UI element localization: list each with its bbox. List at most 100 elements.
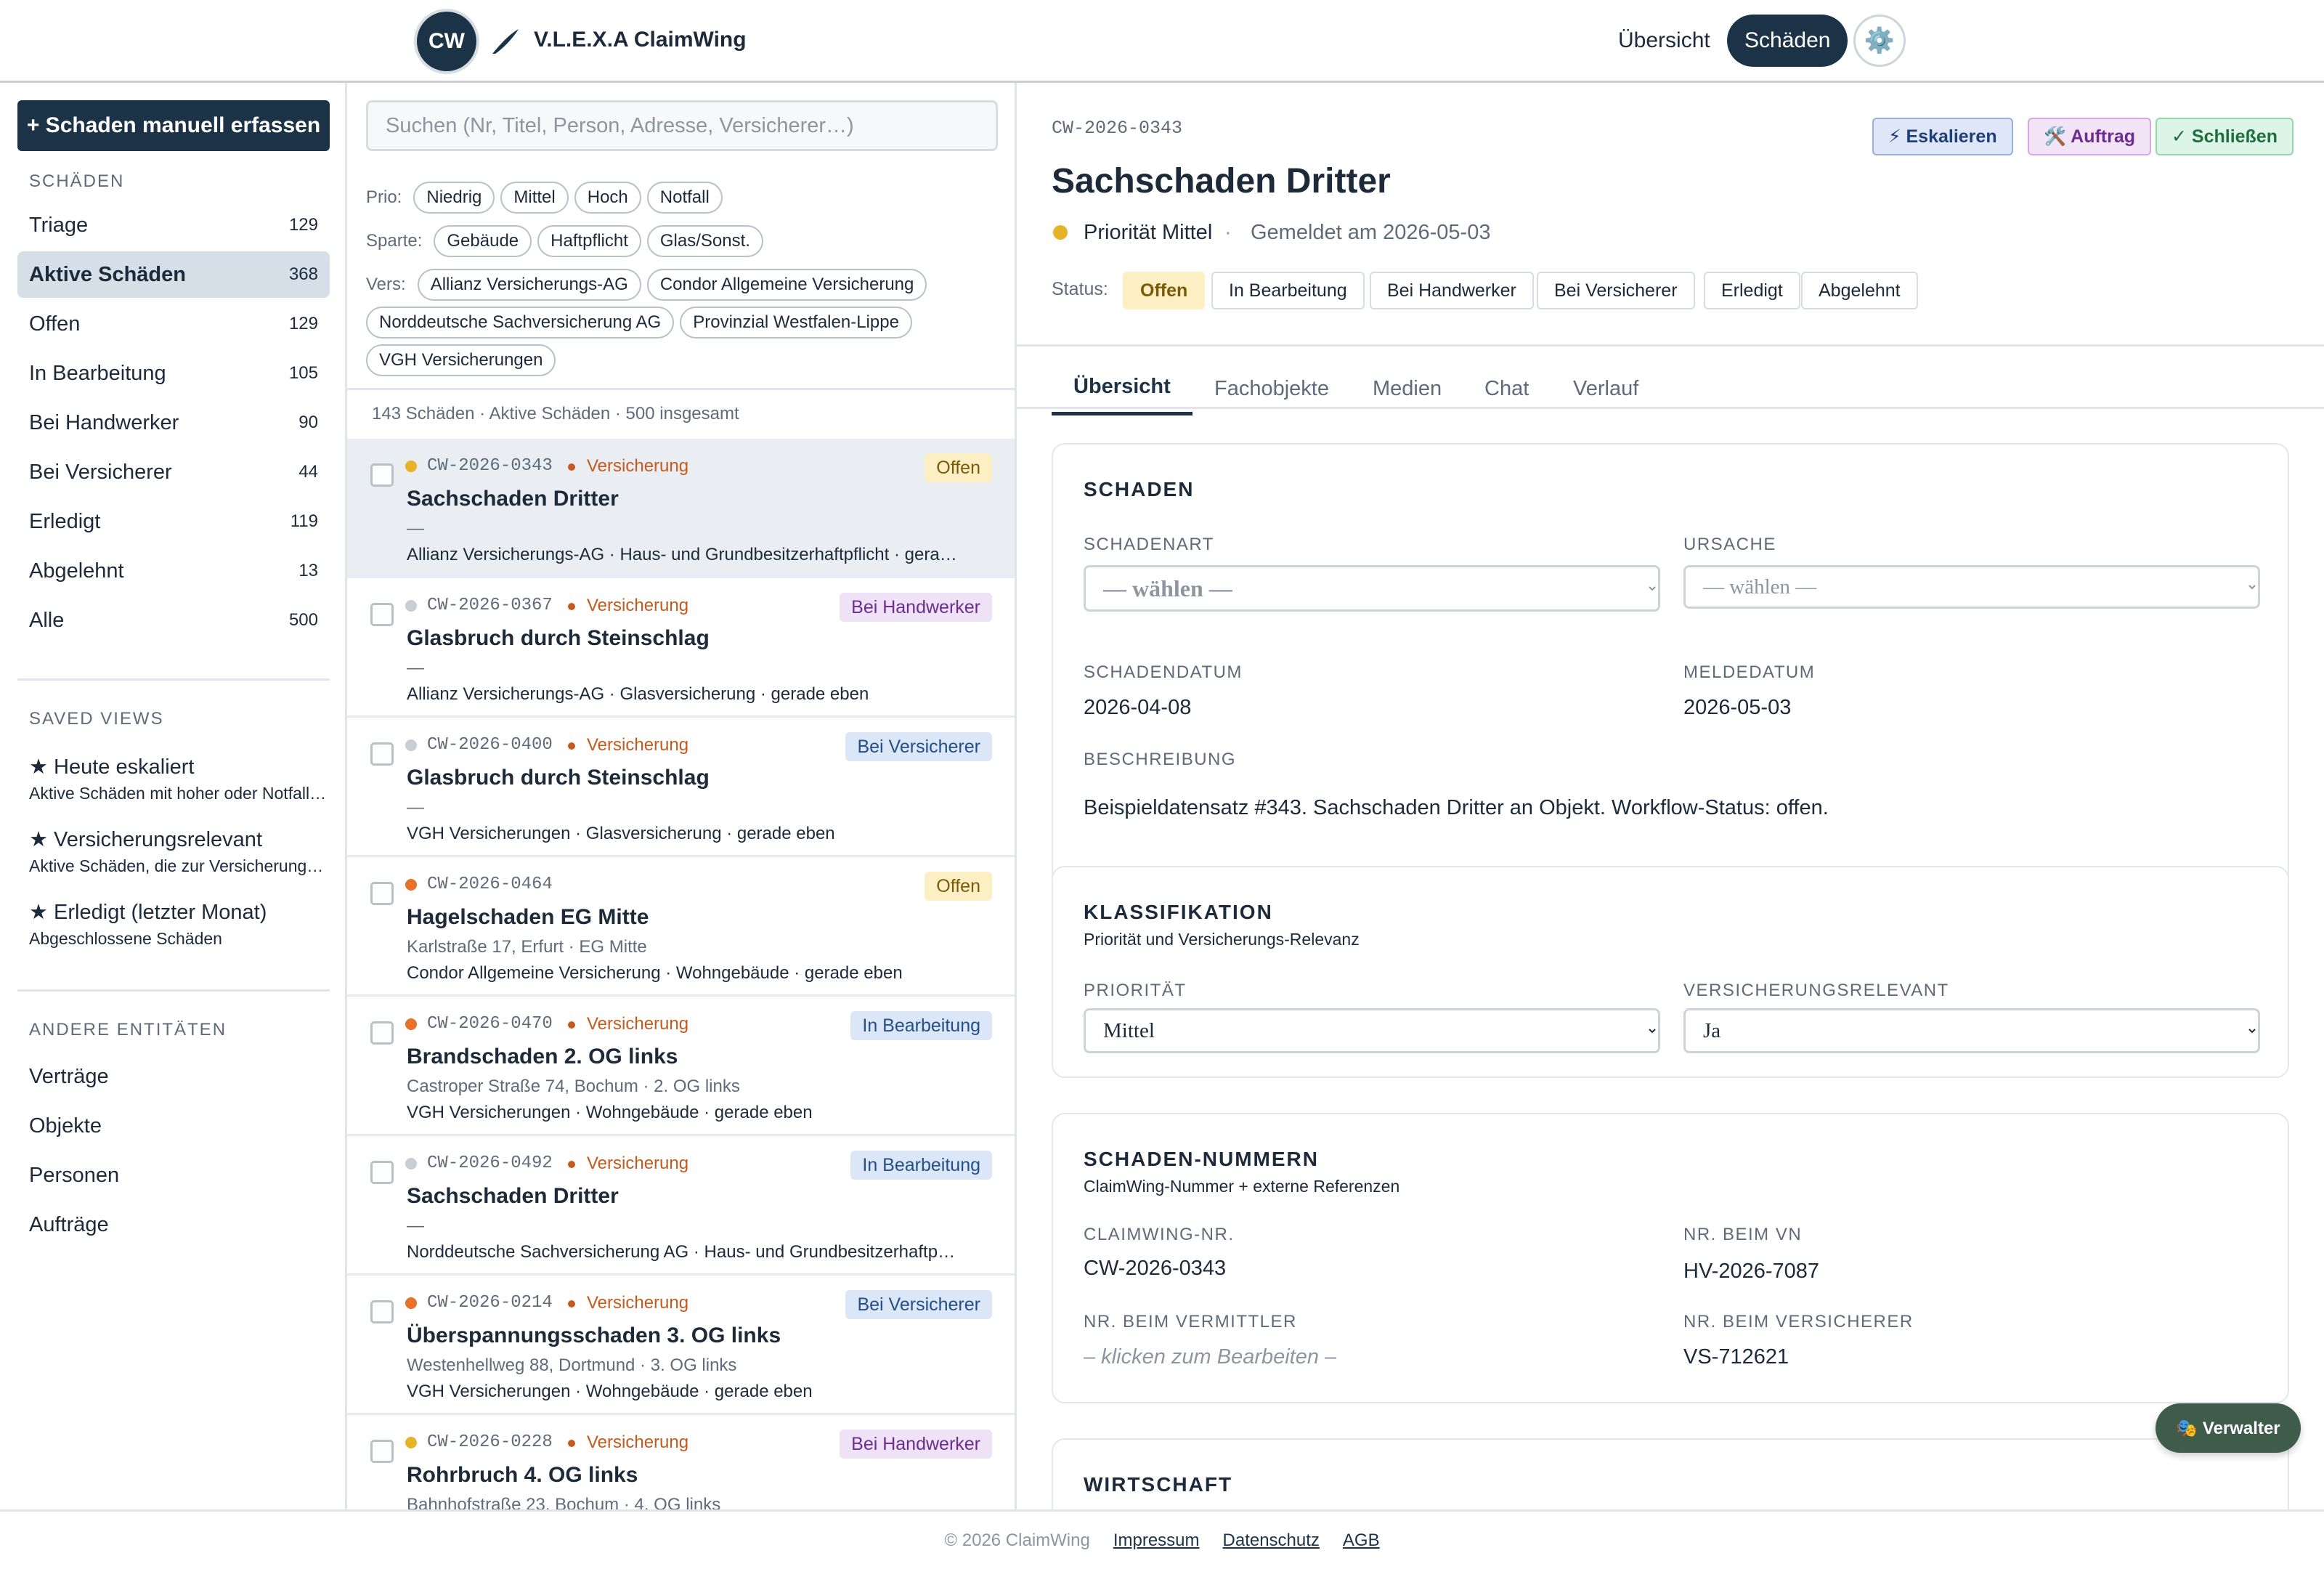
insurance-tag: Versicherung [587,596,689,615]
insurance-tag: Versicherung [587,1154,689,1173]
sidebar-item-alle[interactable]: Alle 500 [17,597,330,644]
claim-list-id: CW-2026-0464 [427,875,553,894]
claim-list-item[interactable]: CW-2026-0228 Versicherung Bei Handwerker Ro… [347,1415,1015,1509]
claim-list-id: CW-2026-0400 [427,735,553,755]
ursache-select[interactable]: — wählen — [1683,565,2260,609]
schadendatum-value[interactable]: 2026-04-08 [1084,696,1191,720]
order-button[interactable]: 🛠️ Auftrag [2028,118,2152,155]
saved-view-item[interactable]: ★ Versicherungsrelevant Aktive Schäden, d… [29,827,327,876]
prioritaet-select[interactable]: Mittel [1084,1008,1660,1053]
meldedatum-value[interactable]: 2026-05-03 [1683,696,1791,720]
card-nummern-title: Schaden-Nummern [1084,1148,1319,1170]
footer-link-agb[interactable]: AGB [1343,1531,1380,1551]
settings-button[interactable]: ⚙️ [1853,15,1906,67]
status-option-offen[interactable]: Offen [1123,272,1206,309]
versicherer-nr-value[interactable]: VS-712621 [1683,1345,1789,1369]
claim-checkbox[interactable] [370,1021,394,1045]
filter-chip-prio[interactable]: Mittel [500,182,569,214]
sidebar-item-bei-versicherer[interactable]: Bei Versicherer 44 [17,449,330,495]
claim-list-meta: Norddeutsche Sachversicherung AG · Haus-… [407,1242,959,1262]
claim-list-item[interactable]: CW-2026-0343 Versicherung Offen Sachschaden… [347,439,1015,578]
filter-chip-vers[interactable]: VGH Versicherungen [366,344,556,376]
sidebar-item-offen[interactable]: Offen 129 [17,301,330,347]
sidebar-item-label: In Bearbeitung [29,361,166,385]
filter-chip-sparte[interactable]: Haftpflicht [537,225,641,257]
escalate-button[interactable]: ⚡ Eskalieren [1872,118,2013,155]
entity-link-verträge[interactable]: Verträge [29,1065,109,1089]
claim-list-address: Bahnhofstraße 23, Bochum · 4. OG links [407,1495,721,1509]
claim-list-address: Westenhellweg 88, Dortmund · 3. OG links [407,1355,737,1375]
footer-link-datenschutz[interactable]: Datenschutz [1223,1531,1320,1551]
filter-chip-vers[interactable]: Provinzial Westfalen-Lippe [680,307,912,338]
versicherungsrelevant-select[interactable]: Ja [1683,1008,2260,1053]
claim-list-item[interactable]: CW-2026-0492 Versicherung In Bearbeitung Sa… [347,1136,1015,1276]
filter-chip-sparte[interactable]: Gebäude [434,225,532,257]
status-option-in-bearbeitung[interactable]: In Bearbeitung [1211,272,1365,309]
close-claim-button[interactable]: ✓ Schließen [2156,118,2293,155]
search-input[interactable] [366,100,998,151]
new-claim-button[interactable]: + Schaden manuell erfassen [17,100,330,151]
saved-view-title: ★ Erledigt (letzter Monat) [29,901,267,924]
entity-link-aufträge[interactable]: Aufträge [29,1213,109,1237]
filter-chip-vers[interactable]: Norddeutsche Sachversicherung AG [366,307,675,338]
filter-chip-vers[interactable]: Condor Allgemeine Versicherung [646,269,927,301]
tab-chat[interactable]: Chat [1463,362,1551,415]
schadenart-select[interactable]: — wählen — [1084,565,1660,612]
card-wirtschaft: Wirtschaft [1052,1438,2289,1509]
footer-link-impressum[interactable]: Impressum [1113,1531,1200,1551]
claim-list-item[interactable]: CW-2026-0367 Versicherung Bei Handwerker Gl… [347,578,1015,718]
filter-chip-prio[interactable]: Notfall [646,182,723,214]
claim-list-item[interactable]: CW-2026-0214 Versicherung Bei Versicherer Ü… [347,1276,1015,1415]
filter-chip-prio[interactable]: Niedrig [413,182,495,214]
sidebar-item-in-bearbeitung[interactable]: In Bearbeitung 105 [17,350,330,397]
claim-checkbox[interactable] [370,1300,394,1323]
claim-checkbox[interactable] [370,603,394,626]
status-option-erledigt[interactable]: Erledigt [1704,272,1800,309]
filter-chip-vers[interactable]: Allianz Versicherungs-AG [417,269,641,301]
card-klassifikation: Klassifikation Priorität und Versicherun… [1052,866,2289,1078]
sidebar-item-abgelehnt[interactable]: Abgelehnt 13 [17,548,330,594]
saved-view-item[interactable]: ★ Heute eskaliert Aktive Schäden mit hohe… [29,754,327,803]
status-option-bei-handwerker[interactable]: Bei Handwerker [1370,272,1534,309]
feather-icon [492,29,519,54]
entity-link-personen[interactable]: Personen [29,1164,119,1188]
vermittler-nr-value[interactable]: – klicken zum Bearbeiten – [1084,1345,1336,1369]
sidebar-item-triage[interactable]: Triage 129 [17,202,330,248]
entity-link-objekte[interactable]: Objekte [29,1114,102,1138]
tab-übersicht[interactable]: Übersicht [1052,362,1193,415]
claim-list-item[interactable]: CW-2026-0470 Versicherung In Bearbeitung Br… [347,997,1015,1136]
tab-medien[interactable]: Medien [1351,362,1463,415]
claim-checkbox[interactable] [370,1161,394,1184]
claim-list-meta: Allianz Versicherungs-AG · Glasversicher… [407,684,869,704]
claim-list-title: Überspannungsschaden 3. OG links [407,1323,781,1347]
beschreibung-value[interactable]: Beispieldatensatz #343. Sachschaden Drit… [1084,796,1829,820]
claim-list-meta: VGH Versicherungen · Wohngebäude · gerad… [407,1382,813,1401]
claim-checkbox[interactable] [370,463,394,487]
filter-chip-sparte[interactable]: Glas/Sonst. [646,225,763,257]
claim-list-item[interactable]: CW-2026-0400 Versicherung Bei Versicherer G… [347,718,1015,857]
sidebar-item-count: 368 [288,264,318,284]
sidebar-item-aktive-schäden[interactable]: Aktive Schäden 368 [17,251,330,298]
claim-list-meta: Condor Allgemeine Versicherung · Wohngeb… [407,963,903,983]
nav-overview[interactable]: Übersicht [1601,15,1728,67]
tab-verlauf[interactable]: Verlauf [1551,362,1660,415]
sidebar-item-bei-handwerker[interactable]: Bei Handwerker 90 [17,400,330,446]
claim-checkbox[interactable] [370,742,394,766]
sidebar-item-count: 500 [288,610,318,630]
logo-badge[interactable]: CW [417,12,476,71]
claim-checkbox[interactable] [370,882,394,905]
claim-list-item[interactable]: CW-2026-0464 Offen Hagelschaden EG Mitte Ka… [347,857,1015,997]
vn-nr-value[interactable]: HV-2026-7087 [1683,1260,1819,1284]
sidebar-item-erledigt[interactable]: Erledigt 119 [17,498,330,545]
meldedatum-label: Meldedatum [1683,662,1816,682]
versicherungsrelevant-label: Versicherungsrelevant [1683,981,1949,1000]
tab-fachobjekte[interactable]: Fachobjekte [1193,362,1351,415]
role-switch-button[interactable]: 🎭 Verwalter [2156,1403,2301,1453]
nav-claims[interactable]: Schäden [1727,15,1848,67]
status-option-abgelehnt[interactable]: Abgelehnt [1801,272,1918,309]
status-option-bei-versicherer[interactable]: Bei Versicherer [1537,272,1695,309]
filter-chip-prio[interactable]: Hoch [574,182,641,214]
saved-view-item[interactable]: ★ Erledigt (letzter Monat) Abgeschlossene… [29,899,327,949]
claim-checkbox[interactable] [370,1440,394,1463]
beschreibung-label: Beschreibung [1084,750,1237,769]
